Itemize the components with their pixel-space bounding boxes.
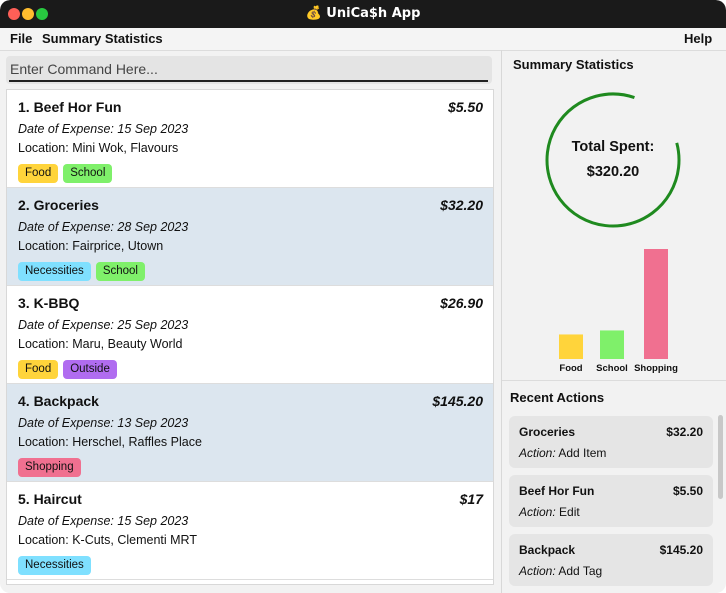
expense-date: Date of Expense: 13 Sep 2023 [18, 416, 189, 430]
expense-card[interactable]: 5. Haircut $17 Date of Expense: 15 Sep 2… [7, 482, 493, 580]
expense-name: 4. Backpack [18, 393, 99, 409]
expense-amount: $26.90 [440, 295, 483, 311]
recent-action-name: Beef Hor Fun [519, 484, 595, 498]
action-prefix: Action: [519, 505, 556, 519]
expense-name: 2. Groceries [18, 197, 99, 213]
menu-summary-statistics[interactable]: Summary Statistics [42, 31, 163, 46]
expense-tags: Food Outside [18, 357, 122, 379]
tag-food: Food [18, 164, 59, 183]
expense-amount: $145.20 [432, 393, 483, 409]
recent-action-amount: $5.50 [672, 484, 703, 498]
summary-title: Summary Statistics [513, 57, 634, 72]
tag-necessities: Necessities [18, 556, 91, 575]
tag-shopping: Shopping [18, 458, 81, 477]
panel-divider [501, 50, 502, 593]
bar-label-shopping: Shopping [634, 363, 678, 374]
recent-action-name: Groceries [519, 425, 576, 439]
expense-amount: $17 [459, 491, 483, 507]
command-input[interactable] [9, 58, 488, 82]
action-type: Add Item [558, 446, 607, 460]
expense-date: Date of Expense: 15 Sep 2023 [18, 514, 189, 528]
expense-name: 1. Beef Hor Fun [18, 99, 122, 115]
expense-date: Date of Expense: 25 Sep 2023 [18, 318, 189, 332]
recent-action-card[interactable]: Backpack $145.20 Action: Add Tag [509, 534, 713, 586]
total-spent-label: Total Spent: [571, 139, 655, 155]
recent-actions-title: Recent Actions [510, 390, 605, 405]
menu-bar: File Summary Statistics Help [0, 28, 726, 51]
bar-label-food: Food [559, 363, 582, 374]
category-bar-chart: Food School Shopping [559, 249, 678, 374]
tag-necessities: Necessities [18, 262, 91, 281]
expense-list-scrollbar[interactable] [493, 92, 494, 227]
total-spent-value: $320.20 [586, 164, 640, 180]
action-type: Edit [559, 505, 580, 519]
expense-tags: Shopping [18, 455, 86, 477]
recent-action-amount: $32.20 [666, 425, 703, 439]
app-window: 💰 UniCa$h App File Summary Statistics He… [0, 0, 726, 593]
action-prefix: Action: [519, 564, 556, 578]
expense-location: Location: Herschel, Raffles Place [18, 435, 202, 449]
expense-name: 5. Haircut [18, 491, 82, 507]
title-bar: 💰 UniCa$h App [0, 0, 726, 28]
recent-action-description: Action: Edit [519, 505, 580, 519]
expense-date: Date of Expense: 28 Sep 2023 [18, 220, 189, 234]
expense-date: Date of Expense: 15 Sep 2023 [18, 122, 189, 136]
bar-food [559, 334, 583, 359]
expense-list[interactable]: 1. Beef Hor Fun $5.50 Date of Expense: 1… [6, 89, 494, 585]
recent-action-card[interactable]: Groceries $32.20 Action: Add Item [509, 416, 713, 468]
tag-outside: Outside [63, 360, 117, 379]
expense-location: Location: K-Cuts, Clementi MRT [18, 533, 197, 547]
command-box [6, 56, 492, 84]
recent-action-description: Action: Add Item [519, 446, 606, 460]
recent-action-name: Backpack [519, 543, 576, 557]
expense-amount: $32.20 [440, 197, 483, 213]
total-spent-ring [545, 92, 681, 228]
tag-food: Food [18, 360, 59, 379]
expense-card[interactable]: 4. Backpack $145.20 Date of Expense: 13 … [7, 384, 493, 482]
action-prefix: Action: [519, 446, 556, 460]
expense-amount: $5.50 [447, 99, 483, 115]
expense-tags: Food School [18, 161, 117, 183]
menu-file[interactable]: File [10, 31, 32, 46]
bar-shopping [644, 249, 668, 359]
expense-card[interactable]: 2. Groceries $32.20 Date of Expense: 28 … [7, 188, 493, 286]
expense-tags: Necessities School [18, 259, 150, 281]
window-title: 💰 UniCa$h App [305, 6, 421, 21]
expense-location: Location: Fairprice, Utown [18, 239, 164, 253]
section-separator [502, 380, 726, 381]
expense-card[interactable]: 1. Beef Hor Fun $5.50 Date of Expense: 1… [7, 90, 493, 188]
recent-action-description: Action: Add Tag [519, 564, 602, 578]
bar-school [600, 330, 624, 359]
tag-school: School [95, 262, 145, 281]
bar-label-school: School [596, 363, 628, 374]
tag-school: School [63, 164, 113, 183]
expense-card[interactable]: 3. K-BBQ $26.90 Date of Expense: 25 Sep … [7, 286, 493, 384]
menu-help[interactable]: Help [684, 31, 712, 46]
recent-action-card[interactable]: Beef Hor Fun $5.50 Action: Edit [509, 475, 713, 527]
action-type: Add Tag [558, 564, 603, 578]
expense-location: Location: Mini Wok, Flavours [18, 141, 179, 155]
expense-name: 3. K-BBQ [18, 295, 80, 311]
expense-tags: Necessities [18, 553, 96, 575]
expense-location: Location: Maru, Beauty World [18, 337, 183, 351]
recent-action-amount: $145.20 [659, 543, 703, 557]
recent-actions-scrollbar[interactable] [718, 415, 723, 499]
